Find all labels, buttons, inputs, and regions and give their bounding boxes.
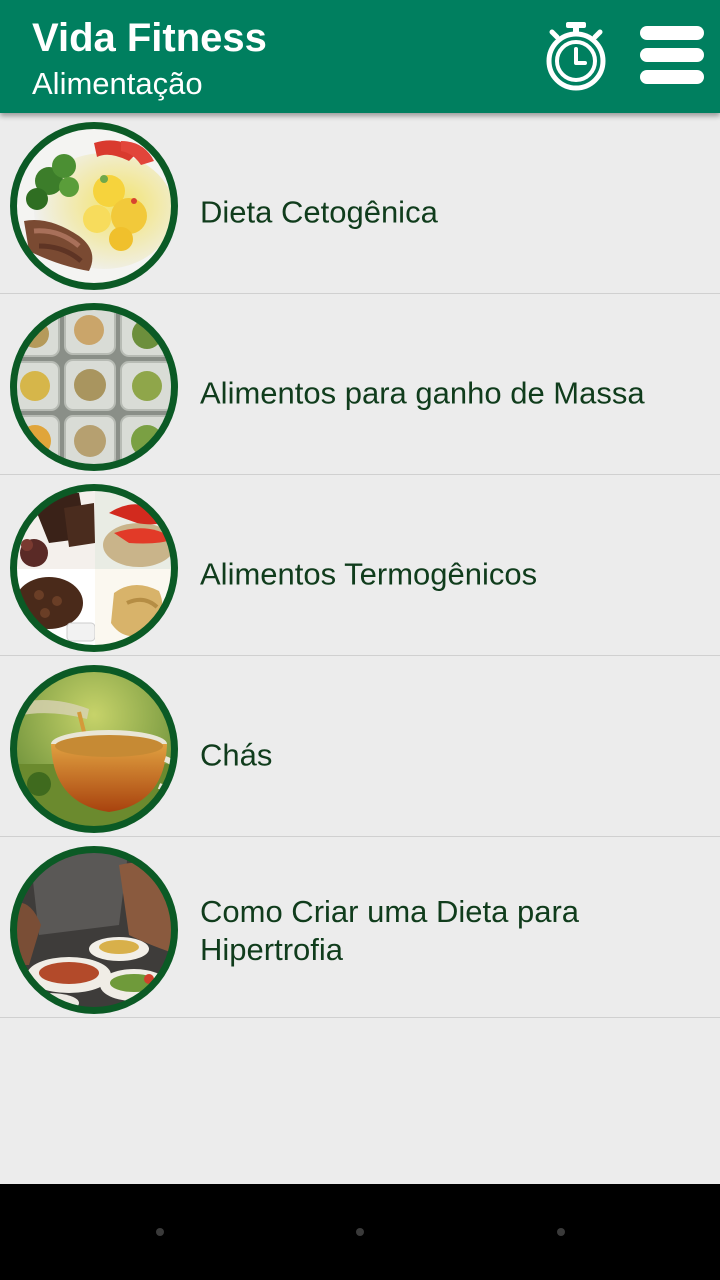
list-item-label: Alimentos para ganho de Massa xyxy=(200,375,645,411)
hypertrophy-diet-image xyxy=(10,846,178,1014)
recents-nav-button[interactable] xyxy=(557,1228,565,1236)
tea-cup-image xyxy=(10,665,178,833)
food-category-list: Dieta Cetogênica Alimentos para ganho de… xyxy=(0,113,720,1018)
stopwatch-button[interactable] xyxy=(540,18,612,94)
back-nav-button[interactable] xyxy=(156,1228,164,1236)
stopwatch-icon xyxy=(546,22,606,91)
list-item-label: Como Criar uma Dieta para Hipertrofia xyxy=(200,893,580,967)
hamburger-menu-icon xyxy=(640,26,704,84)
menu-button[interactable] xyxy=(632,18,712,94)
home-nav-button[interactable] xyxy=(356,1228,364,1236)
app-title: Vida Fitness xyxy=(32,16,267,60)
app-bar: Vida Fitness Alimentação xyxy=(0,0,720,113)
list-item-label: Dieta Cetogênica xyxy=(200,194,438,230)
list-item-dieta-hipertrofia[interactable]: Como Criar uma Dieta para Hipertrofia xyxy=(0,837,720,1018)
ketogenic-food-plate-image xyxy=(10,122,178,290)
thermogenic-foods-collage-image xyxy=(10,484,178,652)
list-item-dieta-cetogenica[interactable]: Dieta Cetogênica xyxy=(0,113,720,294)
list-item-ganho-de-massa[interactable]: Alimentos para ganho de Massa xyxy=(0,294,720,475)
list-item-termogenicos[interactable]: Alimentos Termogênicos xyxy=(0,475,720,656)
screen-subtitle: Alimentação xyxy=(32,66,203,101)
list-item-label: Chás xyxy=(200,737,273,773)
meal-prep-containers-image xyxy=(10,303,178,471)
list-item-chas[interactable]: Chás xyxy=(0,656,720,837)
system-navigation-bar xyxy=(0,1184,720,1280)
list-item-label: Alimentos Termogênicos xyxy=(200,556,538,592)
